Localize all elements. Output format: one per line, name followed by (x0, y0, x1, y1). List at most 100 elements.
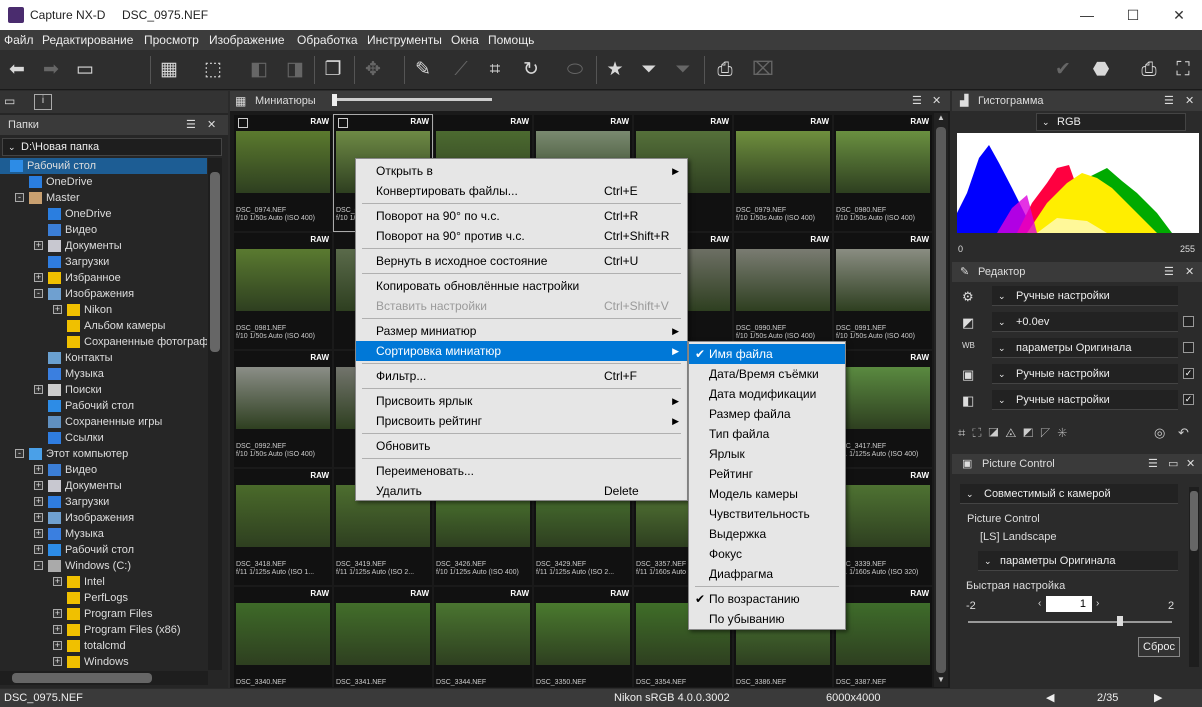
menu-edit[interactable]: Редактирование (42, 33, 133, 47)
prev-page-icon[interactable]: ◀ (1046, 689, 1054, 707)
multi-window-icon[interactable]: ❐ (320, 58, 346, 82)
tree-hscrollbar-thumb[interactable] (12, 673, 152, 683)
tree-scrollbar[interactable] (208, 158, 222, 670)
panel-close-icon[interactable]: ✕ (1185, 262, 1194, 282)
quick-increase-icon[interactable]: › (1096, 598, 1099, 609)
panel-close-icon[interactable]: ✕ (207, 115, 216, 135)
expand-icon[interactable]: + (53, 641, 62, 650)
quick-value-field[interactable]: 1 (1046, 596, 1092, 612)
menu-item[interactable]: Чувствительность (689, 504, 845, 524)
folder-tree-item[interactable]: + Документы (0, 478, 207, 494)
thumbnail[interactable]: RAW DSC_0979.NEF f/10 1/50s Auto (ISO 400) (734, 115, 832, 231)
folder-tree-item[interactable]: OneDrive (0, 206, 207, 222)
toolbar-more-icon[interactable]: ⛶ (1170, 58, 1196, 82)
thumbnail-grid-icon[interactable]: ▦ (156, 58, 182, 82)
next-page-icon[interactable]: ▶ (1154, 689, 1162, 707)
thumbnail[interactable]: RAW DSC_3341.NEF (334, 587, 432, 687)
rotate-icon[interactable]: ↻ (518, 58, 544, 82)
thumbnail-size-slider[interactable] (332, 98, 492, 101)
menu-item[interactable]: Поворот на 90° против ч.с. Ctrl+Shift+R (356, 226, 687, 246)
menu-item[interactable]: Размер миниатюр ▶ (356, 321, 687, 341)
expand-icon[interactable]: + (34, 545, 43, 554)
expand-icon[interactable]: + (34, 481, 43, 490)
collapse-icon[interactable]: - (34, 289, 43, 298)
editor-dropdown[interactable]: ⌄ +0.0ev (992, 312, 1178, 332)
compare-sync-icon[interactable]: ◨ (282, 58, 308, 82)
expand-icon[interactable]: + (34, 385, 43, 394)
collapse-icon[interactable]: - (34, 561, 43, 570)
folder-tree-item[interactable]: + Загрузки (0, 494, 207, 510)
menu-item[interactable]: Вставить настройки Ctrl+Shift+V (356, 296, 687, 316)
thumbnail[interactable]: RAW DSC_0990.NEF f/10 1/50s Auto (ISO 400) (734, 233, 832, 349)
folder-tree-item[interactable]: + Музыка (0, 526, 207, 542)
quick-adjust-handle[interactable] (1117, 616, 1123, 626)
thumbnail[interactable]: RAW DSC_3350.NEF (534, 587, 632, 687)
menu-item[interactable]: Вернуть в исходное состояние Ctrl+U (356, 251, 687, 271)
folder-tree-item[interactable]: + Избранное (0, 270, 207, 286)
right-scrollbar[interactable] (1189, 487, 1199, 667)
back-arrow-icon[interactable]: ⬅ (4, 58, 30, 82)
folder-tree-item[interactable]: + Документы (0, 238, 207, 254)
apply-checkbox[interactable]: ✓ (1183, 368, 1194, 379)
panel-menu-icon[interactable]: ☰ (1164, 91, 1174, 111)
folder-tree-item[interactable]: + Windows (0, 654, 207, 670)
menu-view[interactable]: Просмотр (144, 33, 199, 47)
menu-item[interactable]: Поворот на 90° по ч.с. Ctrl+R (356, 206, 687, 226)
color-tool-icon[interactable]: ◩ (1023, 425, 1040, 440)
convert-output-icon[interactable]: ⎙ (712, 58, 738, 82)
print-icon[interactable]: ⎙ (1136, 58, 1162, 82)
version-icon[interactable]: ◎ (1154, 425, 1172, 441)
folder-tree-item[interactable]: Ссылки (0, 430, 207, 446)
folder-tree-item[interactable]: PerfLogs (0, 590, 207, 606)
expand-icon[interactable]: + (34, 529, 43, 538)
apply-checkbox[interactable]: ✓ (1183, 394, 1194, 405)
eyedropper-icon[interactable]: ✎ (410, 58, 436, 82)
noise-reduction-icon[interactable]: ⌗ (958, 425, 972, 440)
folder-tree-item[interactable]: + Program Files (x86) (0, 622, 207, 638)
menu-tools[interactable]: Инструменты (367, 33, 442, 47)
menu-item[interactable]: Конвертировать файлы... Ctrl+E (356, 181, 687, 201)
menu-item[interactable]: Модель камеры (689, 484, 845, 504)
menu-item[interactable]: Копировать обновлённые настройки (356, 276, 687, 296)
menu-item[interactable]: Фильтр... Ctrl+F (356, 366, 687, 386)
checkmark-icon[interactable]: ✔ (1050, 58, 1076, 82)
expand-icon[interactable]: + (53, 609, 62, 618)
menu-item[interactable]: Присвоить рейтинг ▶ (356, 411, 687, 431)
panel-close-icon[interactable]: ✕ (1185, 91, 1194, 111)
folder-tree-item[interactable]: Рабочий стол (0, 158, 207, 174)
thumbnail[interactable]: RAW DSC_0991.NEF f/10 1/50s Auto (ISO 400) (834, 233, 932, 349)
folder-tree-item[interactable]: - Изображения (0, 286, 207, 302)
folder-tree-item[interactable]: Сохраненные фотографии (0, 334, 207, 350)
folder-tree-item[interactable]: + Изображения (0, 510, 207, 526)
folder-tree-item[interactable]: Альбом камеры (0, 318, 207, 334)
folder-path-dropdown[interactable]: ⌄ D:\Новая папка (2, 138, 222, 156)
filter-icon[interactable]: ⏷ (636, 58, 662, 82)
crop-icon[interactable]: ⌗ (482, 58, 508, 82)
menu-item[interactable]: Открыть в ▶ (356, 161, 687, 181)
open-folder-icon[interactable]: ▭ (72, 58, 98, 82)
menu-item[interactable]: Обновить (356, 436, 687, 456)
pc-preset-dropdown[interactable]: ⌄ параметры Оригинала (978, 551, 1178, 571)
levels-icon[interactable]: ◧ (962, 393, 974, 409)
wb-icon[interactable]: WB (962, 341, 975, 350)
thumbnail[interactable]: RAW DSC_3339.NEF f/11 1/160s Auto (ISO 320… (834, 469, 932, 585)
expand-icon[interactable]: + (34, 497, 43, 506)
star-rating-icon[interactable]: ★ (602, 58, 628, 82)
quick-decrease-icon[interactable]: ‹ (1038, 598, 1041, 609)
folder-tree-item[interactable]: Рабочий стол (0, 398, 207, 414)
menu-windows[interactable]: Окна (451, 33, 479, 47)
thumbnail[interactable]: RAW DSC_0981.NEF f/10 1/50s Auto (ISO 400) (234, 233, 332, 349)
folder-tree-item[interactable]: - Windows (C:) (0, 558, 207, 574)
filter-clear-icon[interactable]: ⏷ (670, 58, 696, 82)
folder-tree-item[interactable]: + Рабочий стол (0, 542, 207, 558)
lch-icon[interactable]: ◬ (1005, 425, 1023, 440)
scroll-down-icon[interactable]: ▼ (934, 675, 948, 687)
zoom-icon[interactable]: ✥ (360, 58, 386, 82)
forward-arrow-icon[interactable]: ➡ (38, 58, 64, 82)
thumbnail[interactable]: RAW DSC_3387.NEF (834, 587, 932, 687)
minimize-button[interactable]: — (1064, 0, 1110, 30)
menu-file[interactable]: Файл (4, 33, 34, 47)
panel-menu-icon[interactable]: ☰ (186, 115, 196, 135)
menu-item[interactable]: Рейтинг (689, 464, 845, 484)
open-with-app-icon[interactable]: ⬣ (1088, 58, 1114, 82)
